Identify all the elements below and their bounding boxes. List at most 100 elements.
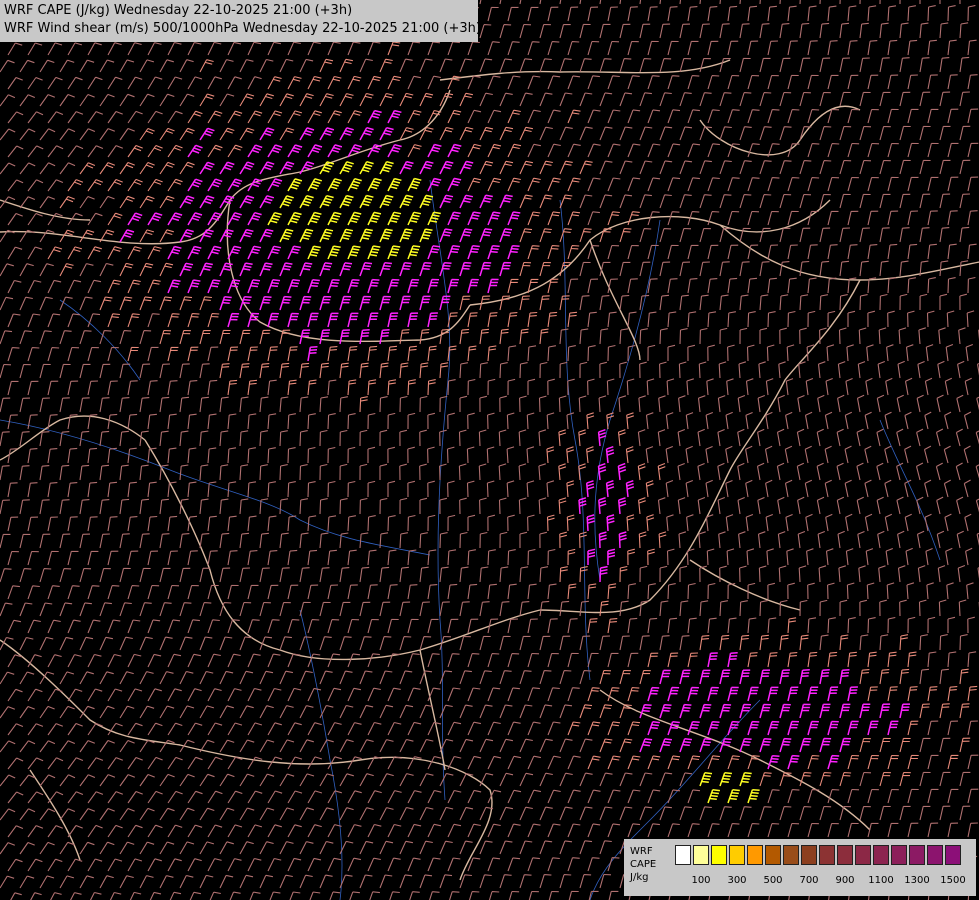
wind-barb — [299, 127, 315, 141]
wind-barb — [839, 772, 852, 787]
wind-barb — [439, 738, 454, 753]
wind-barb — [887, 310, 895, 328]
wind-barb — [759, 227, 771, 243]
wind-barb — [659, 738, 672, 753]
wind-barb — [419, 429, 427, 447]
wind-barb — [787, 720, 800, 736]
wind-barb — [247, 211, 262, 226]
legend-swatch — [783, 845, 799, 865]
wind-barb — [807, 720, 819, 736]
wind-barb — [527, 311, 538, 328]
wind-barb — [907, 243, 918, 260]
wind-barb — [467, 721, 482, 736]
wind-barb — [738, 361, 747, 379]
wind-barb — [399, 806, 414, 821]
wind-barb — [825, 377, 833, 396]
wind-barb — [507, 312, 518, 328]
wind-barb — [67, 279, 82, 294]
wind-barb — [519, 840, 533, 855]
wind-barb — [958, 599, 967, 617]
wind-barb — [327, 653, 341, 668]
wind-barb — [359, 840, 374, 855]
wind-barb — [259, 329, 271, 345]
wind-barb — [507, 823, 521, 838]
wind-barb — [859, 294, 868, 311]
wind-barb — [327, 824, 342, 838]
wind-barb — [846, 582, 855, 600]
wind-barb — [819, 227, 831, 243]
wind-barb — [139, 705, 155, 719]
wind-barb — [79, 567, 92, 583]
wind-barb — [607, 40, 620, 56]
wind-barb — [959, 226, 970, 243]
wind-barb — [667, 177, 681, 192]
wind-barb — [955, 462, 963, 481]
wind-barb — [587, 143, 601, 158]
wind-barb — [419, 329, 430, 345]
wind-barb — [199, 705, 215, 719]
wind-barb — [679, 227, 692, 243]
wind-barb — [547, 583, 557, 600]
wind-barb — [916, 428, 924, 447]
wind-barb — [915, 462, 924, 481]
wind-barb — [639, 738, 653, 753]
wind-barb — [907, 788, 919, 804]
wind-barb — [267, 481, 276, 498]
wind-barb — [807, 310, 816, 328]
legend-unit: J/kg — [630, 872, 649, 883]
wind-barb — [859, 669, 870, 685]
wind-barb — [899, 293, 908, 311]
wind-barb — [499, 395, 507, 413]
wind-barb — [897, 565, 906, 583]
wind-barb — [847, 40, 858, 56]
wind-barb — [47, 825, 64, 838]
wind-barb — [719, 634, 730, 651]
wind-barb — [19, 397, 31, 413]
wind-barb — [119, 195, 135, 209]
wind-barb — [637, 429, 646, 447]
wind-barb — [796, 428, 805, 447]
wind-barb — [799, 737, 812, 753]
wind-barb — [879, 227, 890, 243]
wind-barb — [187, 688, 202, 702]
wind-barb — [87, 76, 103, 90]
wind-barb — [259, 670, 274, 685]
wind-barb — [119, 127, 135, 141]
wind-barb — [207, 346, 219, 362]
wind-barb — [816, 496, 825, 515]
wind-barb — [169, 891, 182, 900]
wind-barb — [499, 194, 513, 209]
wind-barb — [844, 445, 852, 464]
wind-barb — [67, 111, 84, 124]
wind-barb — [187, 76, 203, 90]
wind-barb — [309, 891, 321, 900]
wind-barb — [959, 125, 971, 141]
wind-barb — [587, 6, 599, 22]
wind-barb — [307, 653, 321, 668]
wind-barb — [59, 397, 70, 413]
wind-barb — [619, 261, 631, 277]
wind-barb — [739, 294, 749, 311]
wind-barb — [747, 788, 760, 804]
wind-barb — [499, 566, 509, 583]
wind-barb — [707, 823, 720, 838]
wind-barb — [955, 428, 963, 447]
wind-barb — [667, 344, 676, 361]
wind-barb — [207, 178, 223, 192]
wind-barb — [367, 857, 381, 872]
wind-barb — [878, 565, 886, 583]
wind-barb — [227, 481, 237, 498]
wind-barb — [839, 634, 849, 651]
wind-barb — [946, 582, 954, 600]
wind-barb — [666, 548, 675, 566]
wind-barb — [239, 841, 254, 855]
wind-barb — [776, 428, 785, 447]
wind-barb — [147, 212, 163, 226]
wind-barb — [327, 413, 336, 430]
wind-barb — [566, 446, 574, 464]
wind-barb — [539, 772, 553, 787]
wind-barb — [866, 582, 875, 600]
wind-barb — [884, 513, 893, 532]
wind-barb — [347, 722, 362, 736]
wind-barb — [147, 413, 157, 430]
